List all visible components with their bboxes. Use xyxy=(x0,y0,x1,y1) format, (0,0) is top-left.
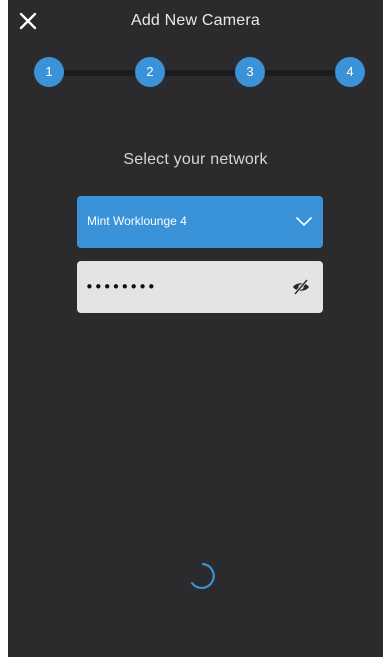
step-track xyxy=(50,70,353,76)
top-bar: Add New Camera xyxy=(8,0,383,42)
step-4: 4 xyxy=(335,57,365,87)
step-2: 2 xyxy=(135,57,165,87)
network-selected-value: Mint Worklounge 4 xyxy=(87,214,187,228)
step-1: 1 xyxy=(34,57,64,87)
loading-spinner-icon xyxy=(190,562,215,590)
chevron-down-icon xyxy=(296,217,312,226)
network-dropdown[interactable]: Mint Worklounge 4 xyxy=(77,196,323,248)
password-input[interactable] xyxy=(85,275,275,299)
step-progress: 1 2 3 4 xyxy=(8,55,383,91)
step-3: 3 xyxy=(235,57,265,87)
password-field[interactable] xyxy=(77,261,323,313)
page-title: Add New Camera xyxy=(130,12,261,29)
network-prompt: Select your network xyxy=(123,151,268,168)
eye-slash-icon[interactable] xyxy=(291,278,311,296)
add-camera-screen: Add New Camera 1 2 3 4 Select your netwo… xyxy=(8,0,383,657)
